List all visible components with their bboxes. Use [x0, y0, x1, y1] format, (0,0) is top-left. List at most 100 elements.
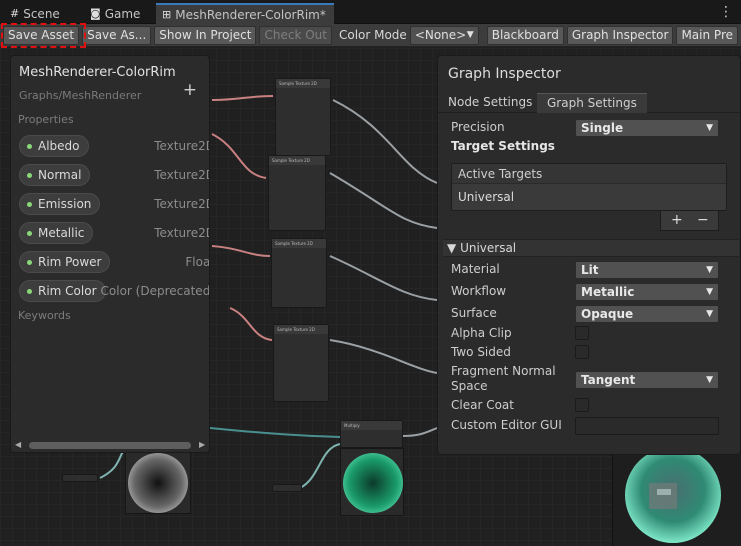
- show-in-project-button[interactable]: Show In Project: [154, 25, 257, 45]
- alpha-clip-checkbox[interactable]: [575, 326, 589, 340]
- property-pill-normal[interactable]: Normal: [19, 164, 91, 186]
- chevron-down-icon: ▼: [706, 265, 713, 275]
- target-settings-heading: Target Settings: [451, 139, 555, 153]
- property-type: Texture2D: [154, 226, 210, 240]
- active-targets-header: Active Targets: [452, 164, 726, 184]
- property-type: Texture2D: [154, 139, 210, 153]
- preview-sphere: [128, 453, 188, 513]
- universal-section-label: Universal: [460, 241, 517, 255]
- sample-texture-node[interactable]: Sample Texture 2D: [271, 238, 327, 308]
- property-dot-icon: [27, 202, 32, 207]
- property-dot-icon: [27, 260, 32, 265]
- active-targets-list: Active Targets Universal: [451, 163, 727, 211]
- tab-game[interactable]: ◙ Game: [84, 4, 146, 24]
- property-pill-rim-color[interactable]: Rim Color: [19, 280, 106, 302]
- surface-dropdown[interactable]: Opaque ▼: [575, 305, 719, 323]
- blackboard-panel: MeshRenderer-ColorRim Graphs/MeshRendere…: [10, 55, 210, 453]
- precision-dropdown[interactable]: Single ▼: [575, 119, 719, 137]
- chevron-down-icon: ▼: [706, 375, 713, 385]
- custom-editor-gui-field[interactable]: [575, 417, 719, 435]
- blackboard-toggle-button[interactable]: Blackboard: [486, 25, 564, 45]
- precision-value: Single: [581, 121, 624, 135]
- property-dot-icon: [27, 289, 32, 294]
- fragment-normal-space-dropdown[interactable]: Tangent ▼: [575, 371, 719, 389]
- tab-game-label: Game: [104, 7, 141, 21]
- node-title: Multiply: [341, 421, 402, 430]
- node-title: Sample Texture 2D: [272, 239, 326, 248]
- target-item-universal[interactable]: Universal: [452, 184, 726, 211]
- two-sided-label: Two Sided: [451, 345, 511, 359]
- material-dropdown[interactable]: Lit ▼: [575, 261, 719, 279]
- blackboard-path: Graphs/MeshRenderer: [19, 89, 142, 102]
- property-pill-rim-power[interactable]: Rim Power: [19, 251, 111, 273]
- graph-inspector-panel: Graph Inspector Node Settings Graph Sett…: [437, 55, 741, 455]
- property-type: Float: [185, 255, 210, 269]
- chevron-down-icon: ▼: [706, 287, 713, 297]
- sample-texture-node[interactable]: Sample Texture 2D: [275, 78, 331, 156]
- fragment-normal-label-line2: Space: [451, 379, 488, 393]
- add-property-button[interactable]: +: [183, 80, 197, 100]
- property-pill-metallic[interactable]: Metallic: [19, 222, 94, 244]
- two-sided-checkbox[interactable]: [575, 345, 589, 359]
- chevron-down-icon: ▼: [466, 29, 474, 40]
- main-preview-toggle-button[interactable]: Main Pre: [676, 25, 738, 45]
- window-menu-icon[interactable]: ⋮: [719, 4, 733, 20]
- inspector-tabs: Node Settings Graph Settings: [438, 91, 740, 113]
- color-mode-label: Color Mode: [338, 28, 407, 42]
- blackboard-horizontal-scrollbar[interactable]: ◀ ▶: [11, 438, 209, 452]
- tab-node-settings[interactable]: Node Settings: [438, 93, 542, 113]
- multiply-node[interactable]: Multiply: [340, 420, 403, 448]
- property-type: Texture2D: [154, 197, 210, 211]
- node-preview: [125, 450, 191, 514]
- alpha-clip-label: Alpha Clip: [451, 326, 512, 340]
- property-name: Albedo: [38, 139, 80, 153]
- keywords-section-label: Keywords: [18, 309, 71, 322]
- scroll-left-icon[interactable]: ◀: [15, 438, 21, 452]
- check-out-button[interactable]: Check Out: [259, 25, 332, 45]
- property-name: Emission: [38, 197, 92, 211]
- add-target-button[interactable]: +: [671, 212, 683, 228]
- property-name: Rim Power: [38, 255, 102, 269]
- chevron-down-icon: ▼: [706, 123, 713, 133]
- node-title: Sample Texture 2D: [274, 325, 328, 334]
- scroll-right-icon[interactable]: ▶: [199, 438, 205, 452]
- sample-texture-node[interactable]: Sample Texture 2D: [268, 155, 326, 231]
- workflow-dropdown[interactable]: Metallic ▼: [575, 283, 719, 301]
- material-value: Lit: [581, 263, 599, 277]
- graph-inspector-title: Graph Inspector: [448, 66, 561, 82]
- node-title: Sample Texture 2D: [269, 156, 325, 165]
- main-preview-sphere: [625, 455, 721, 543]
- remove-target-button[interactable]: −: [697, 212, 709, 228]
- tab-graph-settings[interactable]: Graph Settings: [537, 93, 647, 113]
- color-mode-dropdown[interactable]: <None> ▼: [409, 25, 479, 45]
- property-node[interactable]: [62, 474, 98, 482]
- tab-scene[interactable]: # Scene: [4, 4, 66, 24]
- property-dot-icon: [27, 231, 32, 236]
- property-type: Color (Deprecated): [100, 284, 210, 298]
- property-pill-albedo[interactable]: Albedo: [19, 135, 89, 157]
- property-node[interactable]: [272, 484, 302, 492]
- property-name: Rim Color: [38, 284, 97, 298]
- properties-section-label: Properties: [18, 113, 74, 126]
- preview-sphere: [343, 453, 403, 513]
- scrollbar-thumb[interactable]: [29, 442, 191, 449]
- universal-section-header[interactable]: ▼ Universal: [443, 239, 739, 257]
- property-type: Texture2D: [154, 168, 210, 182]
- fragment-normal-value: Tangent: [581, 373, 636, 387]
- main-preview-panel[interactable]: [612, 455, 741, 546]
- clear-coat-label: Clear Coat: [451, 398, 514, 412]
- save-asset-button[interactable]: Save Asset: [3, 25, 80, 45]
- node-title: Sample Texture 2D: [276, 79, 330, 88]
- window-tab-bar: # Scene ◙ Game ⊞ MeshRenderer-ColorRim* …: [0, 0, 741, 24]
- tab-shader-graph[interactable]: ⊞ MeshRenderer-ColorRim*: [156, 3, 334, 24]
- save-as-button[interactable]: Save As...: [82, 25, 152, 45]
- material-label: Material: [451, 262, 500, 276]
- property-pill-emission[interactable]: Emission: [19, 193, 101, 215]
- color-mode-value: <None>: [414, 27, 467, 42]
- surface-label: Surface: [451, 306, 497, 320]
- sample-texture-node[interactable]: Sample Texture 2D: [273, 324, 329, 402]
- property-name: Metallic: [38, 226, 85, 240]
- clear-coat-checkbox[interactable]: [575, 398, 589, 412]
- grid-icon: #: [10, 7, 20, 20]
- graph-inspector-toggle-button[interactable]: Graph Inspector: [566, 25, 674, 45]
